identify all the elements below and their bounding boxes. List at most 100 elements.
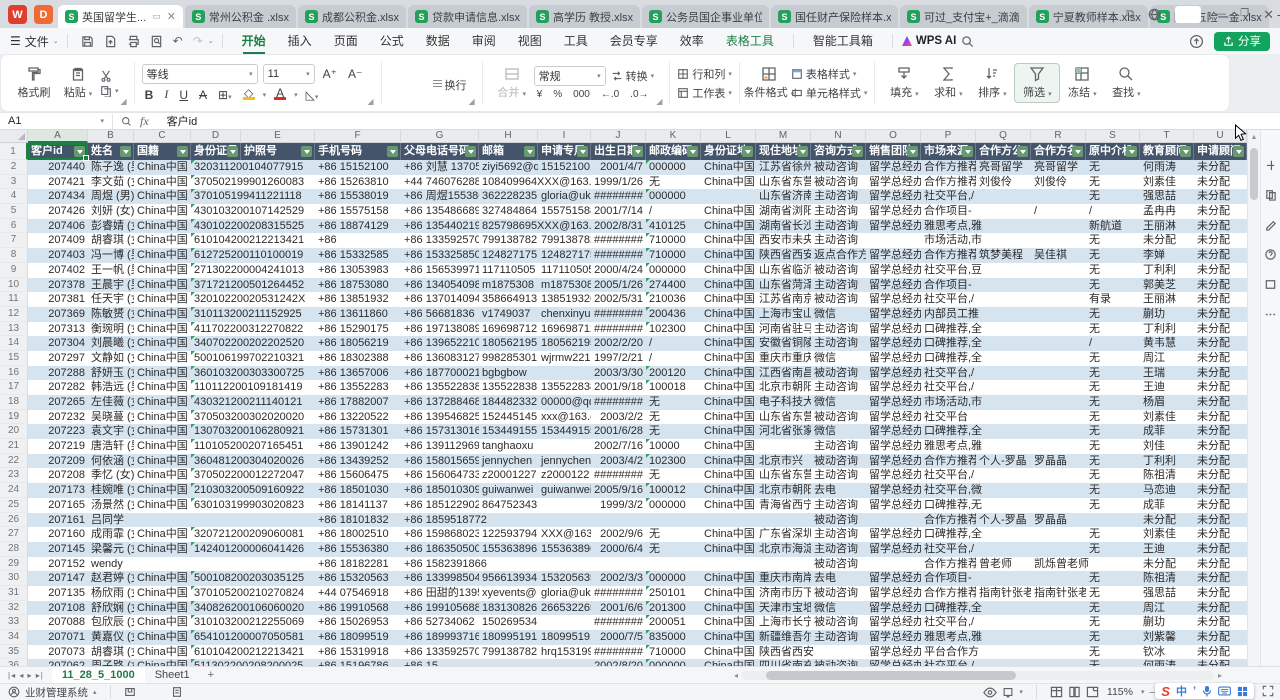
grid-cell[interactable]: 无 — [646, 542, 701, 557]
number-quick-button[interactable]: ¥ — [534, 89, 546, 100]
grid-cell[interactable]: 留学总经办 — [866, 175, 921, 190]
row-header-19[interactable]: 19 — [0, 410, 28, 425]
grid-cell[interactable]: 未分配 — [1194, 615, 1247, 630]
grid-cell[interactable]: 370105200210270824 — [191, 586, 241, 601]
grid-cell[interactable]: China中国 — [701, 424, 756, 439]
grid-cell[interactable]: 未分配 — [1194, 322, 1247, 337]
grid-cell[interactable]: 未分配 — [1194, 248, 1247, 263]
grid-cell[interactable]: 左佳薇 (女) — [88, 395, 134, 410]
column-header-H[interactable]: H — [479, 130, 538, 143]
quickbar-caret-icon[interactable]: ⌄ — [208, 37, 214, 45]
grid-cell[interactable]: +86 1335925706 — [401, 645, 479, 660]
grid-cell[interactable]: China中国 — [134, 586, 191, 601]
grid-cell[interactable]: 207381 — [28, 292, 88, 307]
grid-cell[interactable]: +86 田甜的1395 — [401, 586, 479, 601]
grid-cell[interactable]: 000000 — [646, 160, 701, 175]
redo-icon[interactable]: ↷ — [193, 34, 203, 48]
grid-cell[interactable]: 微信 — [811, 395, 866, 410]
grid-cell[interactable]: +86 1573130169 — [401, 424, 479, 439]
grid-cell[interactable] — [1031, 601, 1086, 616]
grid-cell[interactable]: 留学总经办 — [866, 351, 921, 366]
grid-cell[interactable]: China中国 — [701, 395, 756, 410]
grid-cell[interactable]: 杨欣雨 (女) — [88, 586, 134, 601]
grid-cell[interactable]: 北京市兴 — [756, 454, 811, 469]
number-quick-button[interactable]: % — [550, 89, 565, 100]
file-tab[interactable]: S国任财产保险样本.x — [771, 5, 898, 28]
grid-cell[interactable]: +86 周煜155380 — [401, 189, 479, 204]
grid-cell[interactable]: ######## — [591, 586, 646, 601]
grid-cell[interactable]: 207088 — [28, 615, 88, 630]
grid-cell[interactable]: China中国 — [134, 439, 191, 454]
grid-cell[interactable]: China中国 — [134, 278, 191, 293]
select-all-corner[interactable] — [0, 130, 28, 143]
grid-cell[interactable]: 平台合作方 — [921, 645, 976, 660]
grid-cell[interactable]: 留学总经办 — [866, 454, 921, 469]
grid-cell[interactable]: +86 1850103098 — [401, 483, 479, 498]
row-header-2[interactable]: 2 — [0, 160, 28, 175]
grid-cell[interactable]: 207232 — [28, 410, 88, 425]
grid-cell[interactable]: 2005/9/16 — [591, 483, 646, 498]
font-family-select[interactable]: 等线▾ — [142, 64, 258, 84]
grid-cell[interactable]: guiwanwei — [479, 483, 538, 498]
grid-cell[interactable]: 998285301 — [479, 351, 538, 366]
row-header-9[interactable]: 9 — [0, 263, 28, 278]
grid-cell[interactable]: +86 1395468251 — [401, 410, 479, 425]
grid-cell[interactable]: 未分配 — [1194, 204, 1247, 219]
side-panel-icon-3[interactable] — [1264, 218, 1277, 231]
grid-cell[interactable]: 无 — [1086, 483, 1140, 498]
copy-button[interactable]: ▾ — [100, 85, 119, 97]
row-header-6[interactable]: 6 — [0, 219, 28, 234]
grid-cell[interactable]: 2000/6/4 — [591, 542, 646, 557]
grid-cell[interactable]: +86 18056219 — [315, 336, 401, 351]
grid-cell[interactable]: 胡睿琪 (女) — [88, 645, 134, 660]
grid-cell[interactable]: +86 13901242 — [315, 439, 401, 454]
grid-cell[interactable]: 无 — [646, 527, 701, 542]
convert-button[interactable]: 转换▾ — [611, 68, 655, 84]
grid-cell[interactable]: 去电 — [811, 483, 866, 498]
grid-cell[interactable] — [241, 189, 315, 204]
grid-cell[interactable]: +86 13220522 — [315, 410, 401, 425]
grid-cell[interactable] — [1031, 542, 1086, 557]
grid-cell[interactable]: 371721200501264452 — [191, 278, 241, 293]
grid-cell[interactable]: 主动咨询 — [811, 542, 866, 557]
grid-cell[interactable]: 未分配 — [1194, 189, 1247, 204]
grid-cell[interactable] — [241, 351, 315, 366]
grid-cell[interactable]: ######## — [591, 468, 646, 483]
grid-cell[interactable]: 630103199903020823 — [191, 498, 241, 513]
grid-cell[interactable]: 150269534 — [479, 615, 538, 630]
grid-cell[interactable]: 指南针张老 — [1031, 586, 1086, 601]
grid-cell[interactable]: 207304 — [28, 336, 88, 351]
docer-icon[interactable]: D — [34, 5, 53, 24]
grid-cell[interactable]: 刘素佳 — [1140, 175, 1194, 190]
row-header-5[interactable]: 5 — [0, 204, 28, 219]
grid-cell[interactable]: +86 刘慧 137052 — [401, 160, 479, 175]
grid-cell[interactable]: 冯一博 (男) — [88, 248, 134, 263]
grid-cell[interactable]: 无 — [1086, 380, 1140, 395]
grid-cell[interactable]: 274400 — [646, 278, 701, 293]
print-icon[interactable] — [127, 35, 140, 48]
grid-cell[interactable]: 合作方推荐 — [921, 175, 976, 190]
grid-cell[interactable]: China中国 — [701, 160, 756, 175]
grid-cell[interactable]: +86 56681836 — [401, 307, 479, 322]
grid-cell[interactable]: 指南针张老 — [976, 586, 1031, 601]
grid-cell[interactable]: 835000 — [646, 630, 701, 645]
grid-cell[interactable]: 王瑞 — [1140, 366, 1194, 381]
grid-cell[interactable]: +86 1560647338 — [401, 468, 479, 483]
grid-cell[interactable]: 合作方推荐 — [921, 513, 976, 528]
grid-cell[interactable] — [1031, 527, 1086, 542]
grid-cell[interactable]: China中国 — [701, 468, 756, 483]
grid-cell[interactable]: 广东省深圳 — [756, 527, 811, 542]
grid-cell[interactable]: +86 1582391866 — [401, 557, 479, 572]
grid-cell[interactable] — [976, 292, 1031, 307]
grid-cell[interactable]: 成菲 — [1140, 498, 1194, 513]
grid-cell[interactable] — [1031, 630, 1086, 645]
grid-cell[interactable]: +86 18874129 — [315, 219, 401, 234]
grid-cell[interactable]: +86 1877000215 — [401, 366, 479, 381]
grid-cell[interactable]: 强思喆 — [1140, 189, 1194, 204]
grid-cell[interactable]: 季忆 (女) — [88, 468, 134, 483]
grid-cell[interactable]: China中国 — [134, 468, 191, 483]
grid-cell[interactable] — [976, 366, 1031, 381]
grid-cell[interactable]: 未分配 — [1140, 557, 1194, 572]
decrease-font-icon[interactable]: A⁻ — [345, 67, 365, 81]
grid-cell[interactable]: +86 1863505000 — [401, 542, 479, 557]
